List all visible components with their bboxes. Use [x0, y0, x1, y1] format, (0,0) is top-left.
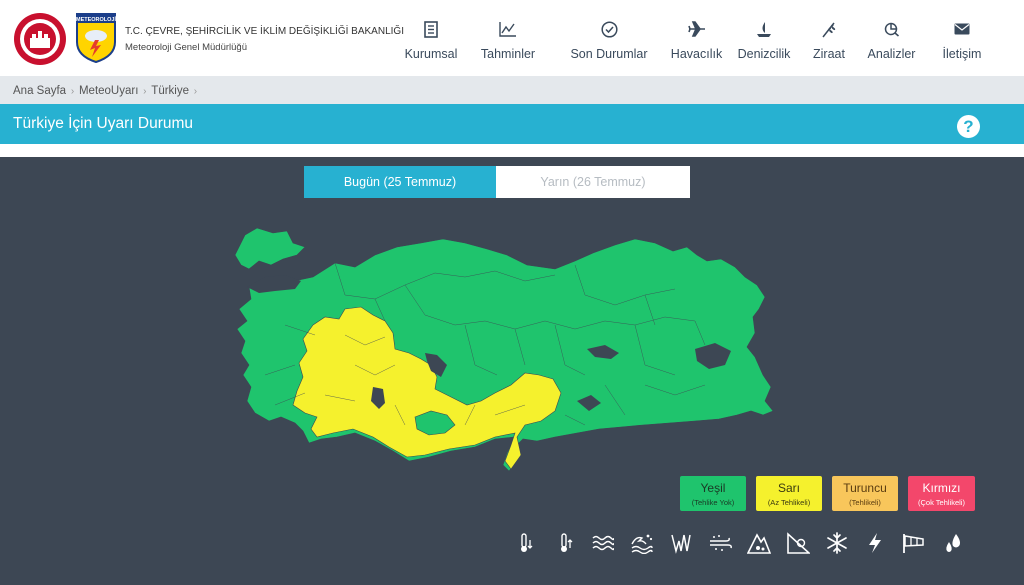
plane-icon	[687, 18, 706, 40]
nav-label: Denizcilik	[737, 47, 791, 61]
directorate-name: Meteoroloji Genel Müdürlüğü	[125, 42, 247, 53]
site-header: METEOROLOJİ T.C. ÇEVRE, ŞEHİRCİLİK VE İK…	[0, 0, 1024, 76]
nav-label: Son Durumlar	[570, 47, 648, 61]
tab-tomorrow[interactable]: Yarın (26 Temmuz)	[496, 166, 690, 198]
dust-icon[interactable]	[707, 530, 733, 556]
nav-analizler[interactable]: Analizler	[854, 14, 929, 64]
legend-turuncu: Turuncu (Tehlikeli)	[832, 476, 898, 511]
legend-name: Kırmızı	[922, 481, 961, 495]
fog-icon[interactable]	[668, 530, 694, 556]
legend-name: Yeşil	[700, 481, 726, 495]
legend-desc: (Tehlike Yok)	[691, 498, 735, 507]
rain-icon[interactable]	[940, 530, 966, 556]
snow-icon[interactable]	[824, 530, 850, 556]
ministry-name: T.C. ÇEVRE, ŞEHİRCİLİK VE İKLİM DEĞİŞİKL…	[125, 26, 404, 37]
check-circle-icon	[600, 18, 618, 40]
legend-sari: Sarı (Az Tehlikeli)	[756, 476, 822, 511]
lightning-icon[interactable]	[862, 530, 888, 556]
svg-text:METEOROLOJİ: METEOROLOJİ	[76, 16, 117, 23]
divider	[0, 144, 1024, 157]
breadcrumb-turkiye[interactable]: Türkiye	[151, 85, 189, 97]
nav-label: Tahminler	[480, 47, 536, 61]
turkey-warning-map	[225, 225, 780, 475]
legend-desc: (Tehlikeli)	[849, 498, 881, 507]
legend-name: Turuncu	[843, 481, 887, 495]
help-button[interactable]: ?	[957, 115, 980, 138]
nav-label: Havacılık	[670, 47, 723, 61]
tab-today[interactable]: Bugün (25 Temmuz)	[304, 166, 496, 198]
avalanche-icon[interactable]	[746, 530, 772, 556]
nav-denizcilik[interactable]: Denizcilik	[724, 14, 804, 64]
analysis-icon	[884, 18, 900, 40]
landslide-icon[interactable]	[785, 530, 811, 556]
wheat-icon	[821, 18, 837, 40]
legend-desc: (Az Tehlikeli)	[767, 498, 811, 507]
nav-label: İletişim	[942, 47, 982, 61]
windsock-icon[interactable]	[901, 530, 927, 556]
chevron-right-icon: ›	[191, 86, 198, 97]
main-nav: Kurumsal Tahminler Son Durumlar Havacılı…	[395, 14, 995, 64]
wind-waves-icon[interactable]	[590, 530, 616, 556]
nav-label: Ziraat	[813, 47, 845, 61]
breadcrumb-home[interactable]: Ana Sayfa	[13, 85, 66, 97]
nav-label: Analizler	[867, 47, 916, 61]
legend-name: Sarı	[777, 481, 800, 495]
nav-ziraat[interactable]: Ziraat	[804, 14, 854, 64]
nav-kurumsal[interactable]: Kurumsal	[395, 14, 467, 64]
nav-label: Kurumsal	[404, 47, 458, 61]
chevron-right-icon: ›	[68, 86, 77, 97]
ministry-logo[interactable]	[13, 12, 67, 66]
sailboat-icon	[756, 18, 772, 40]
nav-tahminler[interactable]: Tahminler	[467, 14, 549, 64]
breadcrumb-meteouyari[interactable]: MeteoUyarı	[79, 85, 138, 97]
breadcrumb: Ana Sayfa › MeteoUyarı › Türkiye ›	[0, 76, 1024, 104]
nav-iletisim[interactable]: İletişim	[929, 14, 995, 64]
nav-havacilik[interactable]: Havacılık	[669, 14, 724, 64]
title-bar: Türkiye İçin Uyarı Durumu	[0, 104, 1024, 144]
cold-icon[interactable]	[512, 530, 538, 556]
legend-yesil: Yeşil (Tehlike Yok)	[680, 476, 746, 511]
legend-kirmizi: Kırmızı (Çok Tehlikeli)	[908, 476, 975, 511]
storm-surge-icon[interactable]	[629, 530, 655, 556]
page-title: Türkiye İçin Uyarı Durumu	[13, 115, 194, 132]
envelope-icon	[954, 18, 970, 40]
building-icon	[424, 18, 438, 40]
meteorology-logo[interactable]: METEOROLOJİ	[75, 12, 117, 64]
nav-son-durumlar[interactable]: Son Durumlar	[549, 14, 669, 64]
heat-icon[interactable]	[552, 530, 578, 556]
chart-icon	[499, 18, 517, 40]
legend-desc: (Çok Tehlikeli)	[918, 498, 965, 507]
chevron-right-icon: ›	[140, 86, 150, 97]
